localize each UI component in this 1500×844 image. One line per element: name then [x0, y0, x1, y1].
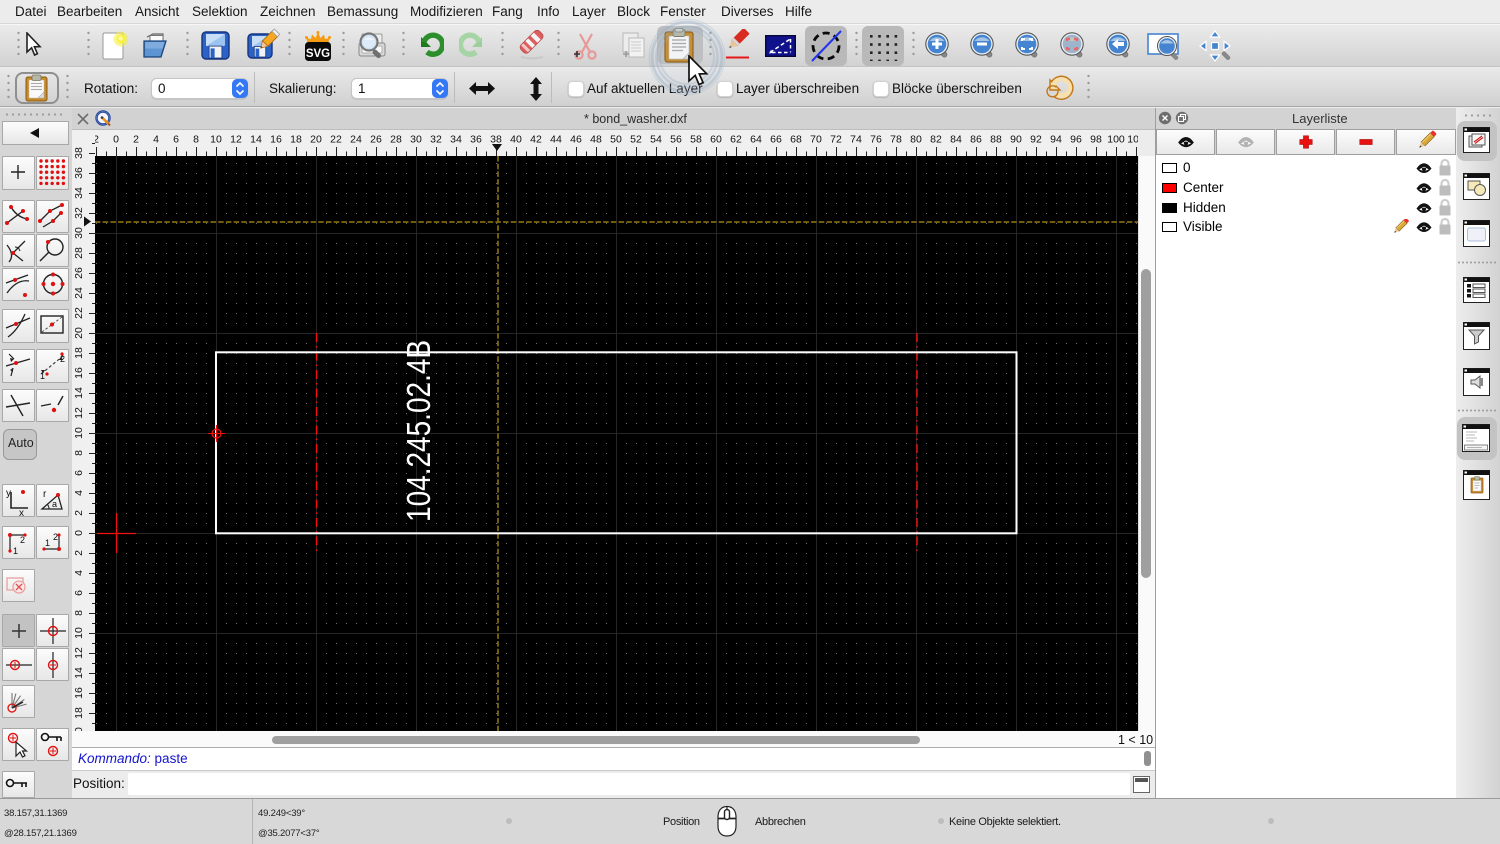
svg-text:60: 60: [710, 134, 722, 146]
svg-text:98: 98: [1090, 134, 1102, 146]
svg-text:1: 1: [13, 546, 18, 556]
svg-text:2: 2: [133, 134, 139, 146]
svg-text:52: 52: [630, 134, 642, 146]
svg-text:70: 70: [810, 134, 822, 146]
svg-text:6: 6: [73, 590, 85, 596]
svg-text:102: 102: [1127, 134, 1138, 146]
svg-text:68: 68: [790, 134, 802, 146]
svg-text:8: 8: [193, 134, 199, 146]
svg-text:92: 92: [1030, 134, 1042, 146]
svg-text:14: 14: [73, 387, 85, 399]
svg-text:a: a: [52, 499, 57, 509]
svg-text:14: 14: [250, 134, 262, 146]
svg-text:0: 0: [73, 530, 85, 536]
svg-text:30: 30: [410, 134, 422, 146]
svg-text:1: 1: [40, 371, 45, 381]
svg-text:26: 26: [370, 134, 382, 146]
svg-text:18: 18: [73, 707, 85, 719]
svg-text:12: 12: [73, 407, 85, 419]
svg-text:10: 10: [73, 427, 85, 439]
svg-text:6: 6: [173, 134, 179, 146]
svg-text:10: 10: [73, 627, 85, 639]
svg-text:100: 100: [1107, 134, 1125, 146]
svg-text:86: 86: [970, 134, 982, 146]
svg-text:38: 38: [490, 134, 502, 146]
svg-text:10: 10: [210, 134, 222, 146]
svg-text:24: 24: [73, 287, 85, 299]
svg-text:22: 22: [73, 307, 85, 319]
svg-text:2: 2: [20, 535, 25, 545]
svg-text:50: 50: [610, 134, 622, 146]
svg-text:r: r: [43, 489, 47, 500]
svg-text:22: 22: [330, 134, 342, 146]
svg-text:30: 30: [73, 227, 85, 239]
svg-text:84: 84: [950, 134, 962, 146]
svg-text:66: 66: [770, 134, 782, 146]
svg-text:26: 26: [73, 267, 85, 279]
svg-text:104.245.02.4B: 104.245.02.4B: [401, 340, 438, 522]
svg-text:74: 74: [850, 134, 862, 146]
svg-text:SVG: SVG: [306, 48, 330, 60]
svg-text:32: 32: [430, 134, 442, 146]
svg-text:94: 94: [1050, 134, 1062, 146]
svg-text:40: 40: [510, 134, 522, 146]
svg-text:28: 28: [390, 134, 402, 146]
svg-text:36: 36: [73, 167, 85, 179]
svg-text:32: 32: [73, 207, 85, 219]
svg-text:x: x: [19, 508, 24, 516]
svg-text:12: 12: [230, 134, 242, 146]
svg-text:56: 56: [670, 134, 682, 146]
svg-text:12: 12: [73, 647, 85, 659]
svg-text:44: 44: [550, 134, 562, 146]
svg-text:96: 96: [1070, 134, 1082, 146]
svg-text:2: 2: [95, 134, 99, 146]
svg-text:16: 16: [270, 134, 282, 146]
svg-text:0: 0: [113, 134, 119, 146]
svg-text:2: 2: [53, 532, 58, 542]
svg-text:4: 4: [73, 570, 85, 576]
svg-text:58: 58: [690, 134, 702, 146]
svg-text:16: 16: [73, 367, 85, 379]
svg-text:82: 82: [930, 134, 942, 146]
svg-text:14: 14: [73, 667, 85, 679]
svg-text:46: 46: [570, 134, 582, 146]
svg-text:18: 18: [73, 347, 85, 359]
svg-text:90: 90: [1010, 134, 1022, 146]
svg-text:4: 4: [153, 134, 159, 146]
svg-text:28: 28: [73, 247, 85, 259]
svg-text:20: 20: [73, 327, 85, 339]
svg-text:42: 42: [530, 134, 542, 146]
svg-text:20: 20: [310, 134, 322, 146]
svg-text:34: 34: [450, 134, 462, 146]
svg-text:16: 16: [73, 687, 85, 699]
svg-text:1: 1: [45, 538, 50, 548]
svg-text:8: 8: [73, 450, 85, 456]
svg-text:2: 2: [73, 510, 85, 516]
svg-text:4: 4: [73, 490, 85, 496]
svg-text:2: 2: [73, 550, 85, 556]
svg-text:38: 38: [73, 147, 85, 159]
svg-text:72: 72: [830, 134, 842, 146]
svg-text:36: 36: [470, 134, 482, 146]
svg-text:48: 48: [590, 134, 602, 146]
svg-text:54: 54: [650, 134, 662, 146]
svg-text:76: 76: [870, 134, 882, 146]
svg-text:24: 24: [350, 134, 362, 146]
svg-text:6: 6: [73, 470, 85, 476]
svg-text:62: 62: [730, 134, 742, 146]
svg-text:78: 78: [890, 134, 902, 146]
svg-text:80: 80: [910, 134, 922, 146]
svg-text:34: 34: [73, 187, 85, 199]
svg-text:y: y: [6, 488, 11, 499]
svg-text:8: 8: [73, 610, 85, 616]
svg-text:18: 18: [290, 134, 302, 146]
svg-text:88: 88: [990, 134, 1002, 146]
svg-text:64: 64: [750, 134, 762, 146]
